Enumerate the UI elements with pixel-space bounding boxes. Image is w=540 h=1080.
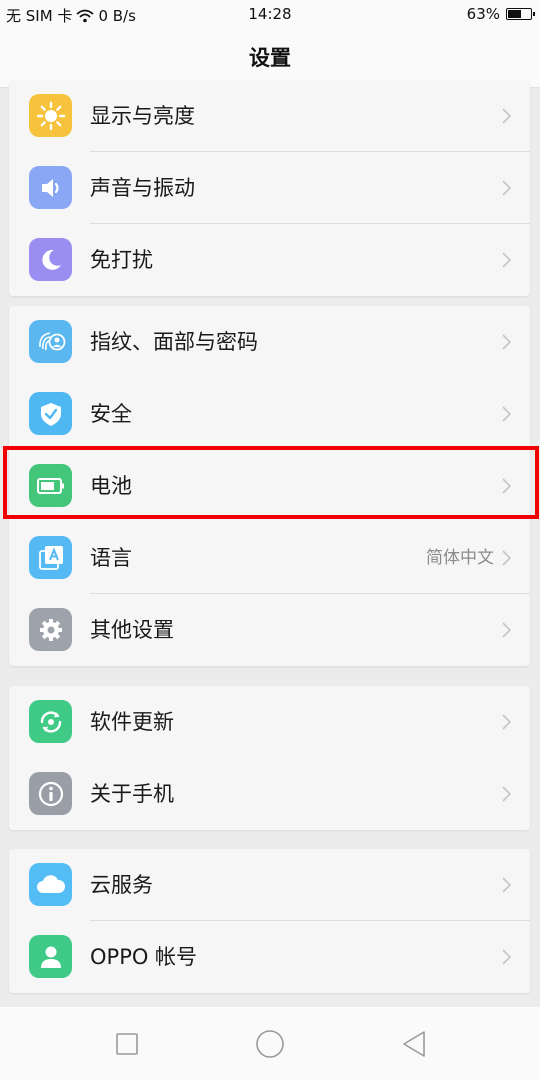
page-title: 设置 <box>0 28 540 88</box>
chevron-right-icon <box>502 334 512 350</box>
chevron-right-icon <box>502 550 512 566</box>
chevron-right-icon <box>502 949 512 965</box>
language-icon <box>29 536 72 579</box>
setting-label: 其他设置 <box>90 618 174 642</box>
cloud-icon <box>29 863 72 906</box>
chevron-right-icon <box>502 180 512 196</box>
info-icon <box>29 772 72 815</box>
setting-label: OPPO 帐号 <box>90 945 198 969</box>
fingerprint-face-icon <box>29 320 72 363</box>
gear-icon <box>29 608 72 651</box>
chevron-right-icon <box>502 786 512 802</box>
setting-label: 指纹、面部与密码 <box>90 330 258 354</box>
setting-value: 简体中文 <box>426 548 494 568</box>
back-button[interactable] <box>397 1027 431 1061</box>
setting-cloud[interactable]: 云服务 <box>9 849 530 921</box>
back-triangle-icon <box>403 1031 425 1057</box>
navigation-bar <box>0 1007 540 1080</box>
chevron-right-icon <box>502 714 512 730</box>
setting-language[interactable]: 语言 简体中文 <box>9 522 530 594</box>
chevron-right-icon <box>502 108 512 124</box>
setting-label: 声音与振动 <box>90 176 195 200</box>
battery-status-icon <box>506 8 535 20</box>
home-button[interactable] <box>253 1027 287 1061</box>
person-icon <box>29 935 72 978</box>
setting-label: 软件更新 <box>90 710 174 734</box>
clock: 14:28 <box>248 5 292 23</box>
setting-label: 语言 <box>90 546 132 570</box>
setting-sound[interactable]: 声音与振动 <box>9 152 530 224</box>
setting-display[interactable]: 显示与亮度 <box>9 80 530 152</box>
square-icon <box>116 1033 138 1055</box>
chevron-right-icon <box>502 622 512 638</box>
chevron-right-icon <box>502 406 512 422</box>
setting-label: 关于手机 <box>90 782 174 806</box>
setting-account[interactable]: OPPO 帐号 <box>9 921 530 993</box>
setting-label: 安全 <box>90 402 132 426</box>
setting-security[interactable]: 安全 <box>9 378 530 450</box>
battery-percent: 63% <box>466 5 500 23</box>
circle-icon <box>256 1030 284 1058</box>
status-bar: 无 SIM 卡 0 B/s 14:28 63% <box>0 0 540 28</box>
settings-group-4: 云服务 OPPO 帐号 <box>9 849 530 993</box>
setting-dnd[interactable]: 免打扰 <box>9 224 530 296</box>
chevron-right-icon <box>502 252 512 268</box>
setting-label: 云服务 <box>90 873 153 897</box>
chevron-right-icon <box>502 877 512 893</box>
settings-group-3: 软件更新 关于手机 <box>9 686 530 830</box>
setting-about[interactable]: 关于手机 <box>9 758 530 830</box>
moon-icon <box>29 238 72 281</box>
setting-label: 显示与亮度 <box>90 104 195 128</box>
setting-other[interactable]: 其他设置 <box>9 594 530 666</box>
status-right: 63% <box>466 5 535 23</box>
highlight-box <box>3 446 539 519</box>
recent-apps-button[interactable] <box>110 1027 144 1061</box>
speaker-icon <box>29 166 72 209</box>
settings-group-1: 显示与亮度 声音与振动 免打扰 <box>9 80 530 296</box>
setting-fingerprint[interactable]: 指纹、面部与密码 <box>9 306 530 378</box>
refresh-icon <box>29 700 72 743</box>
shield-check-icon <box>29 392 72 435</box>
brightness-icon <box>29 94 72 137</box>
setting-update[interactable]: 软件更新 <box>9 686 530 758</box>
setting-label: 免打扰 <box>90 248 153 272</box>
